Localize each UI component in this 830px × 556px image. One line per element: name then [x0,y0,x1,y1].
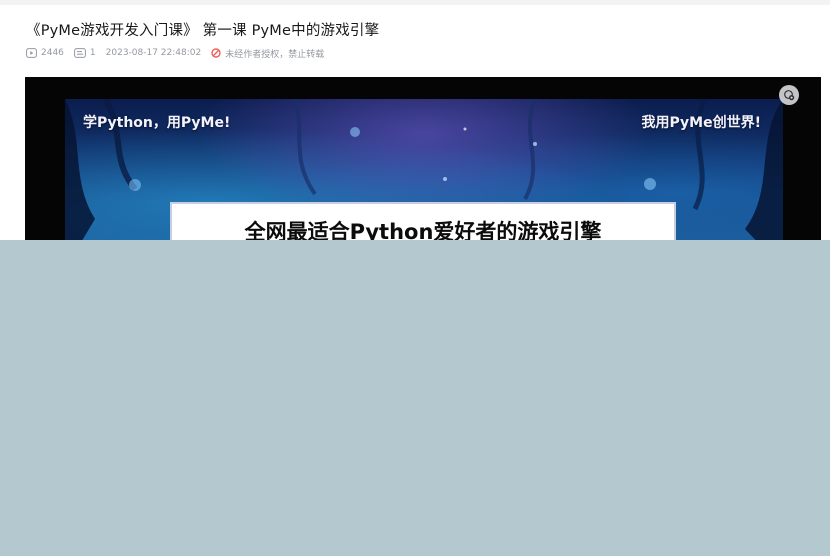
video-meta: 2446 1 2023-08-17 22:48:02 未经作者授权，禁止转载 [26,46,334,60]
danmaku-icon [74,48,86,58]
headline-text: 全网最适合Python爱好者的游戏引擎 [244,220,602,240]
video-frame: 学Python，用PyMe! 我用PyMe创世界! 全网最适合Python爱好者… [65,99,783,240]
comment-count-value: 1 [89,48,96,58]
forbidden-icon [211,48,221,58]
video-title: 《PyMe游戏开发入门课》 第一课 PyMe中的游戏引擎 [26,23,380,39]
caption-right: 我用PyMe创世界! [641,115,761,131]
comment-count: 1 [74,48,96,58]
top-bar [0,0,830,5]
overlay-panel [0,240,830,556]
caption-left: 学Python，用PyMe! [83,115,231,131]
settings-icon [784,90,795,101]
publish-time: 2023-08-17 22:48:02 [106,48,202,58]
copyright-text: 未经作者授权，禁止转载 [225,49,325,60]
corner-button[interactable] [779,85,799,105]
headline-banner: 全网最适合Python爱好者的游戏引擎 [170,202,676,240]
play-count-icon [26,48,37,58]
video-player[interactable]: 学Python，用PyMe! 我用PyMe创世界! 全网最适合Python爱好者… [25,77,821,240]
publish-datetime: 2023-08-17 22:48:02 [105,48,202,58]
view-count: 2446 [26,48,64,58]
view-count-value: 2446 [41,48,64,58]
copyright-notice: 未经作者授权，禁止转载 [211,47,324,60]
